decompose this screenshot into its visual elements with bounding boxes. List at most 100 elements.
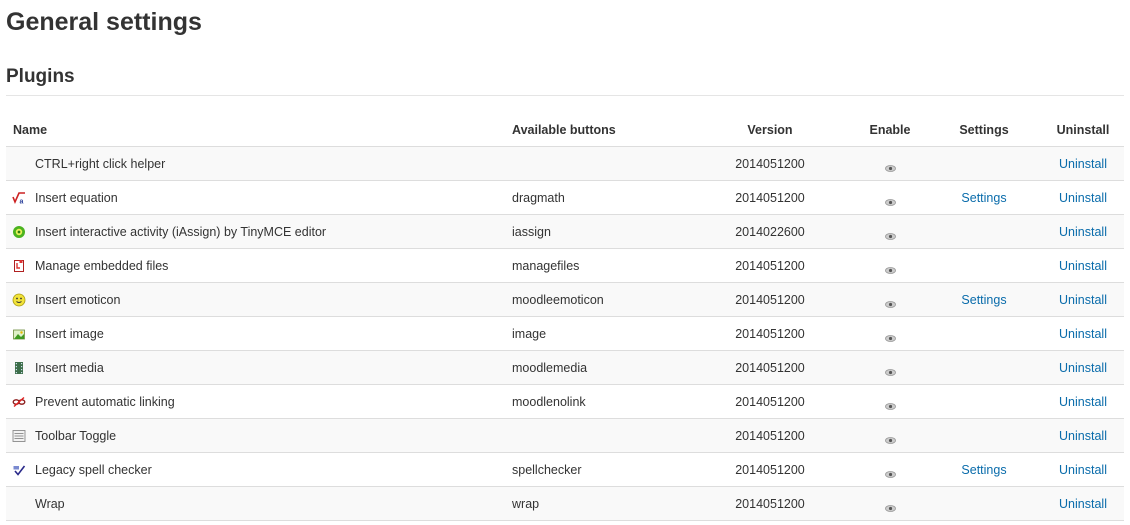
version-cell: 2014051200 (686, 452, 854, 487)
page-title: General settings (6, 8, 202, 36)
settings-link[interactable]: Settings (961, 191, 1006, 205)
enable-cell (854, 180, 926, 215)
uninstall-cell: Uninstall (1042, 384, 1124, 419)
enable-cell (854, 316, 926, 351)
available-buttons-cell: moodlemedia (512, 350, 686, 385)
uninstall-cell: Uninstall (1042, 248, 1124, 283)
available-buttons-cell: moodleemoticon (512, 282, 686, 317)
settings-link[interactable]: Settings (961, 293, 1006, 307)
table-row: Toolbar Toggle 2014051200 Uninstall (6, 418, 1124, 453)
enable-cell (854, 146, 926, 181)
uninstall-link[interactable]: Uninstall (1059, 157, 1107, 171)
plugin-name: Manage embedded files (35, 258, 169, 273)
column-header-uninstall: Uninstall (1042, 113, 1124, 147)
plugin-name-cell: Insert image (6, 316, 512, 351)
plugin-name: Insert media (35, 360, 104, 375)
uninstall-link[interactable]: Uninstall (1059, 361, 1107, 375)
settings-cell (926, 384, 1042, 419)
plugin-name-cell: Insert emoticon (6, 282, 512, 317)
uninstall-link[interactable]: Uninstall (1059, 327, 1107, 341)
uninstall-link[interactable]: Uninstall (1059, 225, 1107, 239)
page: General settings Plugins Name Available … (0, 0, 1130, 525)
eye-icon[interactable] (884, 467, 896, 478)
plugin-name-cell: Insert interactive activity (iAssign) by… (6, 214, 512, 249)
image-icon (12, 327, 26, 341)
version-cell: 2014051200 (686, 316, 854, 351)
eye-icon[interactable] (884, 399, 896, 410)
version-cell: 2014051200 (686, 486, 854, 521)
available-buttons-cell: iassign (512, 214, 686, 249)
uninstall-cell: Uninstall (1042, 452, 1124, 487)
version-cell: 2014022600 (686, 214, 854, 249)
eye-icon[interactable] (884, 195, 896, 206)
eye-icon[interactable] (884, 331, 896, 342)
settings-cell (926, 248, 1042, 283)
uninstall-cell: Uninstall (1042, 282, 1124, 317)
eye-icon[interactable] (884, 297, 896, 308)
available-buttons-cell: spellchecker (512, 452, 686, 487)
version-cell: 2014051200 (686, 282, 854, 317)
table-row: Insert image image 2014051200 Uninstall (6, 316, 1124, 351)
eye-icon[interactable] (884, 263, 896, 274)
plugins-table: Name Available buttons Version Enable Se… (6, 113, 1124, 521)
enable-cell (854, 214, 926, 249)
plugin-name-cell: Insert media (6, 350, 512, 385)
uninstall-link[interactable]: Uninstall (1059, 259, 1107, 273)
table-row: Prevent automatic linking moodlenolink 201… (6, 384, 1124, 419)
settings-link[interactable]: Settings (961, 463, 1006, 477)
table-row: Wrap wrap 2014051200 Uninstall (6, 486, 1124, 521)
uninstall-cell: Uninstall (1042, 350, 1124, 385)
table-row: Manage embedded files managefiles 20140512… (6, 248, 1124, 283)
eye-icon[interactable] (884, 501, 896, 512)
icon-placeholder (12, 497, 26, 511)
settings-cell (926, 146, 1042, 181)
eye-icon[interactable] (884, 161, 896, 172)
plugin-name: Wrap (35, 496, 65, 511)
version-cell: 2014051200 (686, 180, 854, 215)
settings-cell (926, 316, 1042, 351)
uninstall-link[interactable]: Uninstall (1059, 395, 1107, 409)
manage-files-icon (12, 259, 26, 273)
uninstall-link[interactable]: Uninstall (1059, 497, 1107, 511)
settings-cell: Settings (926, 282, 1042, 317)
media-film-icon (12, 361, 26, 375)
plugin-name-cell: Toolbar Toggle (6, 418, 512, 453)
eye-icon[interactable] (884, 229, 896, 240)
plugin-name: Insert emoticon (35, 292, 121, 307)
enable-cell (854, 384, 926, 419)
version-cell: 2014051200 (686, 248, 854, 283)
uninstall-cell: Uninstall (1042, 146, 1124, 181)
plugin-name: Insert image (35, 326, 104, 341)
plugin-name: Toolbar Toggle (35, 428, 117, 443)
column-header-version: Version (686, 113, 854, 147)
table-row: Legacy spell checker spellchecker 20140512… (6, 452, 1124, 487)
settings-cell (926, 214, 1042, 249)
plugin-rows: CTRL+right click helper 2014051200 Uninsta… (6, 146, 1124, 521)
plugin-name: CTRL+right click helper (35, 156, 166, 171)
available-buttons-cell: wrap (512, 486, 686, 521)
table-header-row: Name Available buttons Version Enable Se… (6, 113, 1124, 147)
section-title: Plugins (6, 66, 75, 87)
version-cell: 2014051200 (686, 418, 854, 453)
plugin-name-cell: Prevent automatic linking (6, 384, 512, 419)
version-cell: 2014051200 (686, 350, 854, 385)
plugin-name: Legacy spell checker (35, 462, 152, 477)
uninstall-link[interactable]: Uninstall (1059, 463, 1107, 477)
enable-cell (854, 452, 926, 487)
uninstall-cell: Uninstall (1042, 214, 1124, 249)
uninstall-link[interactable]: Uninstall (1059, 191, 1107, 205)
column-header-settings: Settings (926, 113, 1042, 147)
eye-icon[interactable] (884, 365, 896, 376)
equation-icon: a (12, 191, 26, 205)
table-row: Insert emoticon moodleemoticon 2014051200 S… (6, 282, 1124, 317)
column-header-name: Name (6, 113, 512, 147)
emoticon-icon (12, 293, 26, 307)
available-buttons-cell: managefiles (512, 248, 686, 283)
uninstall-link[interactable]: Uninstall (1059, 293, 1107, 307)
table-row: Insert media moodlemedia 2014051200 Uninsta… (6, 350, 1124, 385)
uninstall-link[interactable]: Uninstall (1059, 429, 1107, 443)
version-cell: 2014051200 (686, 146, 854, 181)
iassign-gear-icon (12, 225, 26, 239)
table-row: Insert interactive activity (iAssign) by… (6, 214, 1124, 249)
eye-icon[interactable] (884, 433, 896, 444)
